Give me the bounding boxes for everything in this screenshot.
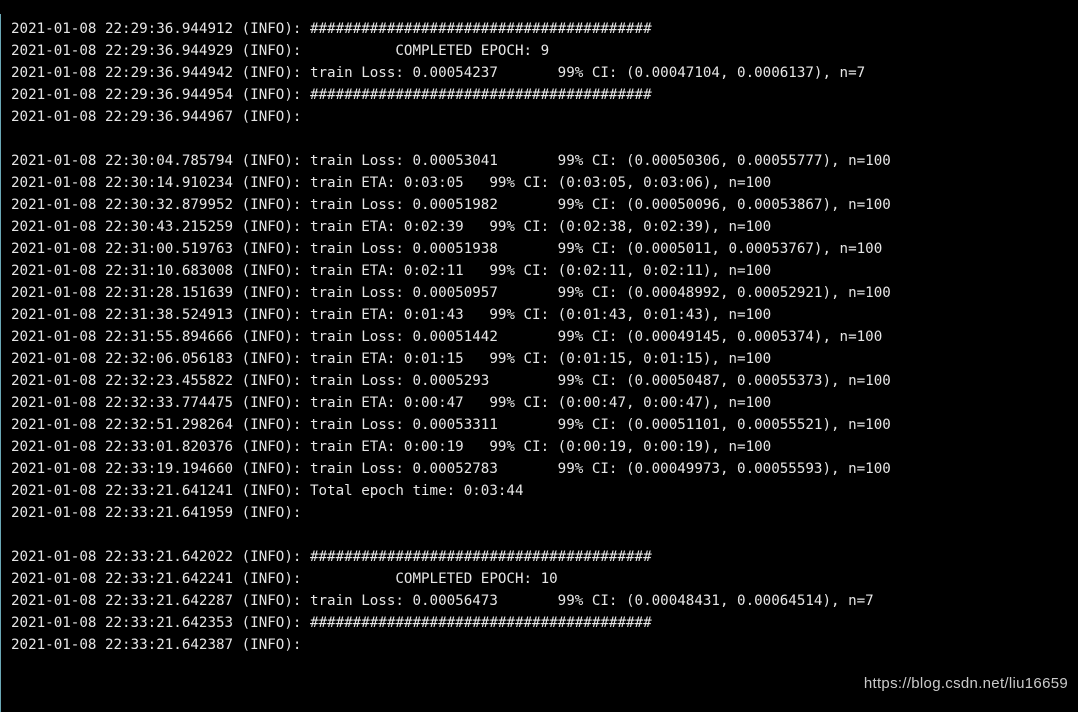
- terminal-output[interactable]: 2021-01-08 22:29:36.944912 (INFO): #####…: [0, 14, 1078, 712]
- watermark-text: https://blog.csdn.net/liu16659: [864, 675, 1068, 692]
